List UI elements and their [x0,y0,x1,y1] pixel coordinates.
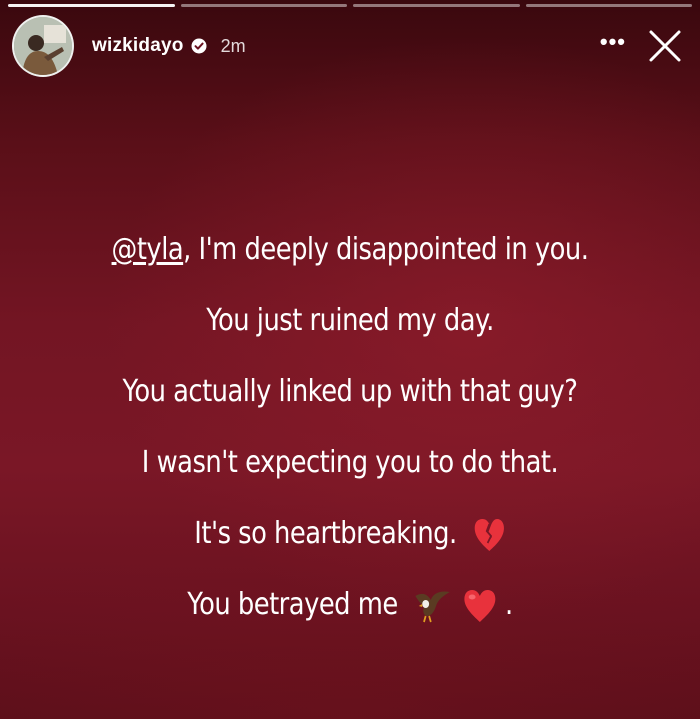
message-line: You just ruined my day. [206,303,494,338]
progress-segment [353,4,520,7]
message-line: @tyla, I'm deeply disappointed in you. [49,222,651,293]
progress-segment [180,4,347,7]
progress-segment [8,4,175,7]
verified-badge-icon [191,38,207,54]
message-text: , I'm deeply disappointed in you. [183,232,589,267]
post-time: 2m [220,35,246,56]
message-line: You actually linked up with that guy? [122,374,578,409]
close-icon[interactable] [648,29,682,63]
story-header: wizkidayo 2m ••• [12,15,688,77]
more-options-icon[interactable]: ••• [600,31,626,61]
avatar[interactable] [12,15,74,77]
message-line: It's so heartbreaking. [49,506,651,577]
red-heart-icon [463,588,497,624]
message-text: You betrayed me [187,587,398,622]
story-viewer[interactable]: wizkidayo 2m ••• @tyla, I'm deeply disap… [0,0,700,719]
progress-segment [525,4,692,7]
mention-link[interactable]: @tyla [112,232,184,267]
username[interactable]: wizkidayo [92,35,184,57]
eagle-icon [414,586,452,626]
message-text: It's so heartbreaking. [194,516,457,551]
story-progress-bar [8,4,692,8]
message-text: . [505,587,513,622]
message-line: You betrayed me . [49,577,651,648]
message-line: I wasn't expecting you to do that. [141,445,559,480]
broken-heart-icon [473,517,506,553]
story-message: @tyla, I'm deeply disappointed in you. Y… [49,222,651,648]
